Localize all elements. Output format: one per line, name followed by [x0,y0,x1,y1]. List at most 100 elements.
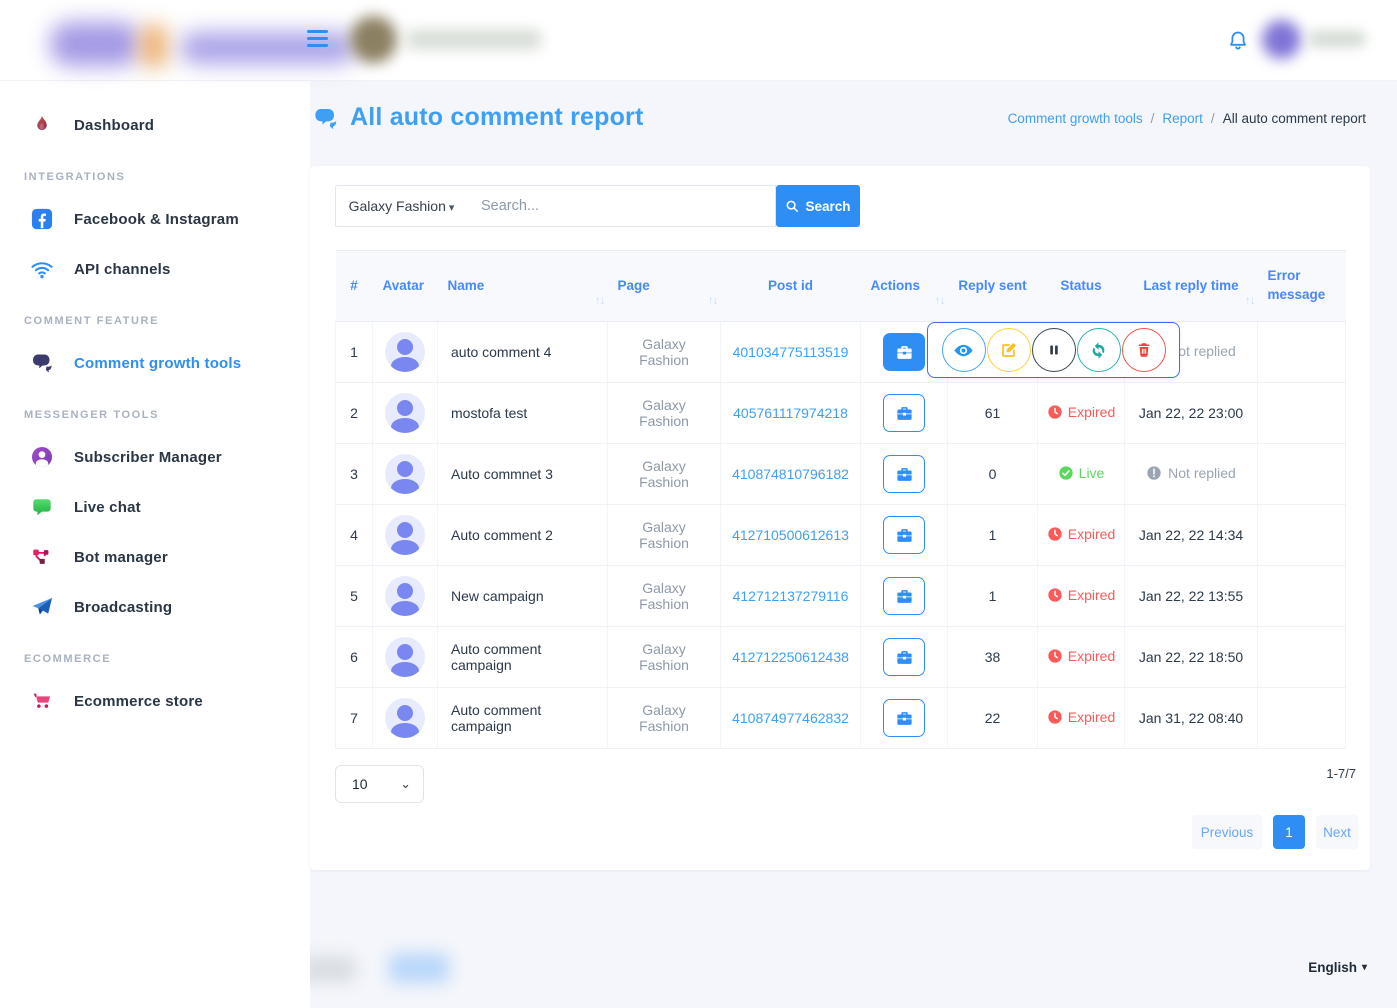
sidebar-item-label: Broadcasting [74,599,172,616]
search-input[interactable] [467,185,776,227]
eye-icon [953,340,974,361]
sidebar-item-broadcasting[interactable]: Broadcasting [0,585,310,629]
view-button[interactable] [942,328,986,372]
post-id-link[interactable]: 410874810796182 [732,466,849,482]
post-id-link[interactable]: 410874977462832 [732,710,849,726]
actions-briefcase-button[interactable] [883,577,925,615]
clock-icon [1047,709,1063,725]
page-size-select[interactable]: 10 ⌄ [335,765,424,803]
sync-button[interactable] [1077,328,1121,372]
page-size-value: 10 [352,776,368,792]
sidebar-item-label: Comment growth tools [74,355,241,372]
language-value: English [1308,960,1357,975]
sort-icon[interactable]: ↑↓ [1245,293,1255,309]
post-id-link[interactable]: 401034775113519 [733,344,849,360]
next-page-button[interactable]: Next [1316,815,1358,849]
sidebar-section-integrations: INTEGRATIONS [0,171,310,183]
table-row: 3 Auto commnet 3 Galaxy Fashion 41087481… [336,444,1346,505]
hamburger-menu-button[interactable] [307,29,331,51]
sidebar-item-facebook-instagram[interactable]: Facebook & Instagram [0,197,310,241]
sidebar-item-label: Live chat [74,499,141,516]
breadcrumb: Comment growth tools/Report/All auto com… [1008,111,1366,126]
sidebar-item-bot-manager[interactable]: Bot manager [0,535,310,579]
sidebar-item-label: API channels [74,261,171,278]
report-card: Galaxy Fashion ▾ Search # Avatar Name↑↓ … [310,166,1370,870]
col-reply-sent: Reply sent [948,251,1038,322]
col-status: Status [1038,251,1125,322]
sidebar-item-label: Bot manager [74,549,168,566]
sort-icon[interactable]: ↑↓ [708,293,718,309]
actions-briefcase-button[interactable] [883,699,925,737]
sidebar-item-subscriber-manager[interactable]: Subscriber Manager [0,435,310,479]
delete-button[interactable] [1122,328,1166,372]
sidebar-menu: Dashboard INTEGRATIONS Facebook & Instag… [0,81,310,713]
status-badge: Expired [1047,587,1115,603]
sidebar-item-live-chat[interactable]: Live chat [0,485,310,529]
sidebar-item-label: Facebook & Instagram [74,211,239,228]
avatar [385,332,425,372]
selected-page-name-blurred [406,30,542,49]
col-num: # [336,251,373,322]
sidebar-section-ecommerce: ECOMMERCE [0,653,310,665]
user-name-blurred [1308,31,1366,47]
status-badge: Expired [1047,709,1115,725]
pause-button[interactable] [1032,328,1076,372]
language-select[interactable]: English ▾ [1308,960,1367,975]
post-id-link[interactable]: 412712250612438 [732,649,849,665]
facebook-icon [30,207,54,231]
sidebar-item-dashboard[interactable]: Dashboard [0,103,310,147]
col-post-id: Post id [721,251,861,322]
breadcrumb-link-report[interactable]: Report [1162,111,1203,126]
page-number-button[interactable]: 1 [1273,815,1305,849]
edit-button[interactable] [987,328,1031,372]
clock-icon [1047,648,1063,664]
avatar [385,698,425,738]
actions-briefcase-button[interactable] [883,638,925,676]
status-badge: Live [1058,465,1105,481]
search-icon [785,199,799,213]
sort-icon[interactable]: ↑↓ [935,293,945,309]
topbar [0,0,1397,81]
post-id-link[interactable]: 412710500612613 [732,527,849,543]
notification-bell-icon[interactable] [1226,29,1250,53]
actions-briefcase-button[interactable] [883,455,925,493]
comments-icon [310,105,341,131]
page-title: All auto comment report [350,103,644,132]
page-filter-select[interactable]: Galaxy Fashion ▾ [335,185,467,227]
pagination-range: 1-7/7 [1326,766,1356,781]
chevron-down-icon: ⌄ [400,776,411,792]
sidebar-item-label: Ecommerce store [74,693,203,710]
sitemap-icon [30,545,54,569]
sort-icon[interactable]: ↑↓ [595,293,605,309]
table-row: 4 Auto comment 2 Galaxy Fashion 41271050… [336,505,1346,566]
breadcrumb-link-comment-growth-tools[interactable]: Comment growth tools [1008,111,1143,126]
pagination: Previous 1 Next [1192,815,1358,849]
avatar [385,393,425,433]
caret-down-icon: ▾ [449,201,455,214]
actions-briefcase-button[interactable] [883,333,925,371]
sidebar-item-comment-growth-tools[interactable]: Comment growth tools [0,341,310,385]
flame-icon [30,113,54,137]
search-button[interactable]: Search [776,185,860,227]
user-circle-icon [30,445,54,469]
status-badge: Expired [1047,404,1115,420]
sidebar: Dashboard INTEGRATIONS Facebook & Instag… [0,81,310,1008]
sidebar-section-comment-feature: COMMENT FEATURE [0,315,310,327]
post-id-link[interactable]: 412712137279116 [733,588,849,604]
user-avatar-blurred[interactable] [1262,20,1301,59]
sidebar-item-api-channels[interactable]: API channels [0,247,310,291]
post-id-link[interactable]: 405761117974218 [733,405,848,421]
table-row: 5 New campaign Galaxy Fashion 4127121372… [336,566,1346,627]
check-circle-icon [1058,465,1074,481]
wifi-icon [30,257,54,281]
previous-page-button[interactable]: Previous [1192,815,1262,849]
status-badge: Expired [1047,526,1115,542]
page-head: All auto comment report [310,103,644,132]
actions-briefcase-button[interactable] [883,394,925,432]
breadcrumb-current: All auto comment report [1223,111,1366,126]
filter-row: Galaxy Fashion ▾ Search [335,185,860,227]
actions-briefcase-button[interactable] [883,516,925,554]
shopping-cart-icon [30,689,54,713]
report-table: # Avatar Name↑↓ Page↑↓ Post id Actions↑↓… [335,250,1345,749]
sidebar-item-ecommerce-store[interactable]: Ecommerce store [0,679,310,713]
